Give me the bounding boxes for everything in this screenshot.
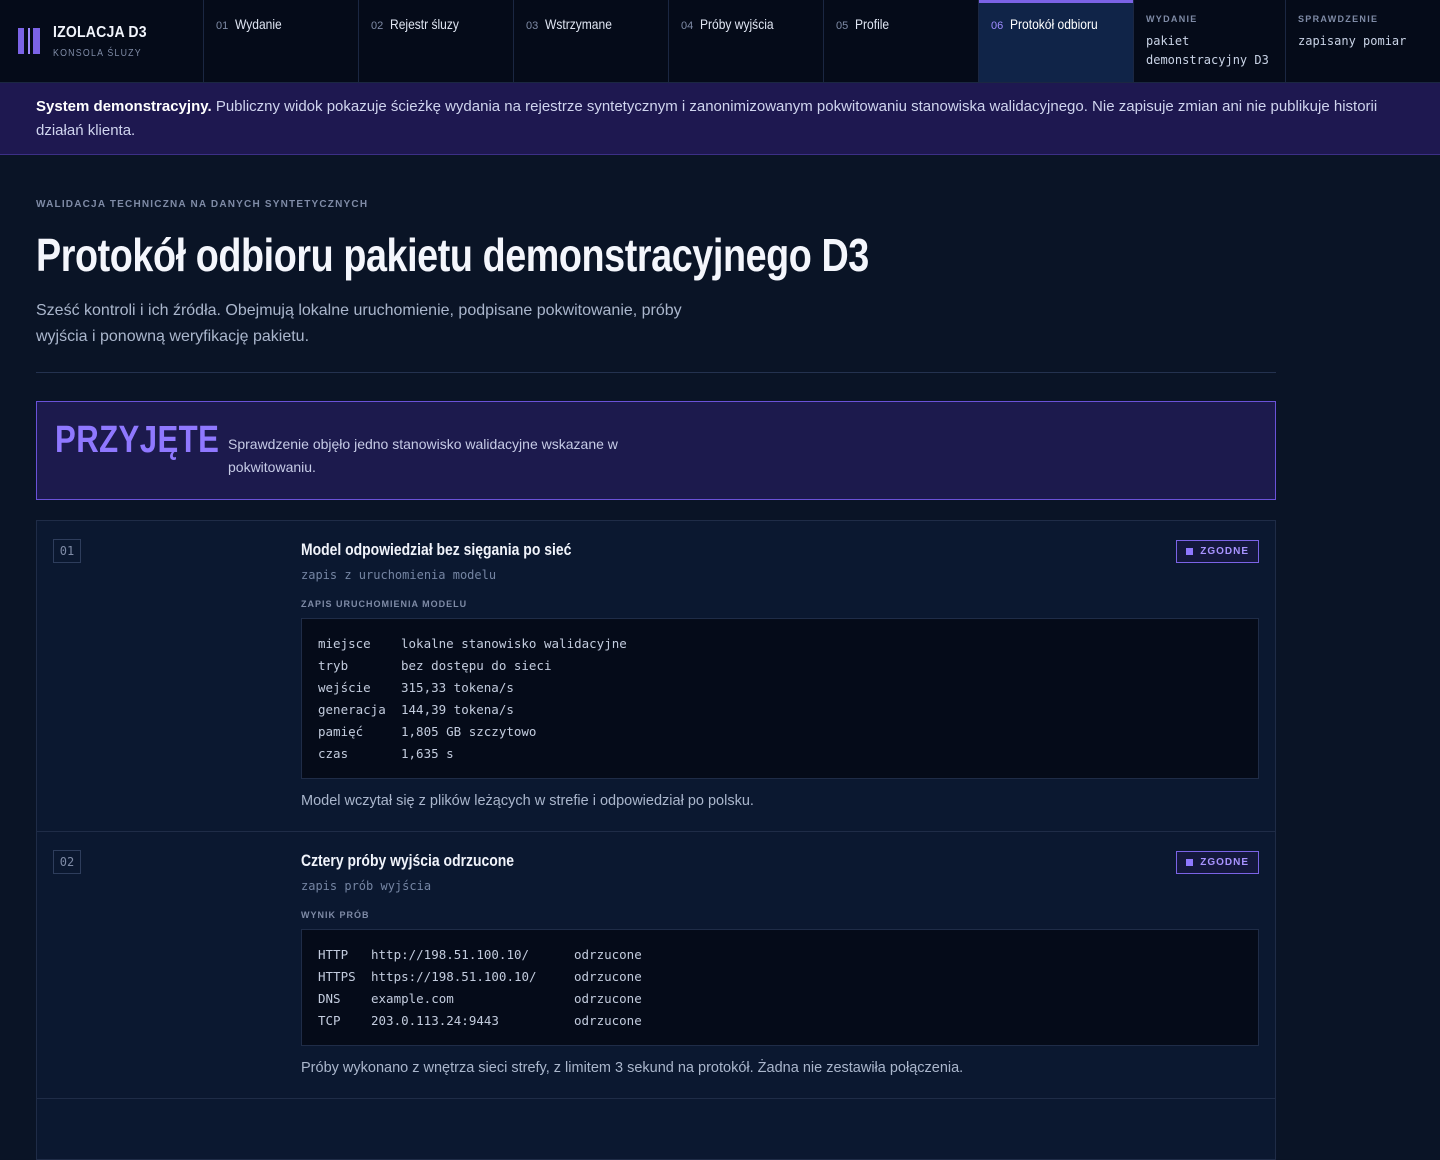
tab-label: Próby wyjścia: [700, 16, 774, 32]
tab-label: Wydanie: [235, 16, 282, 32]
tab-wydanie[interactable]: 01 Wydanie: [204, 0, 359, 82]
top-bar: IZOLACJA D3 KONSOLA ŚLUZY 01 Wydanie 02 Re…: [0, 0, 1440, 83]
log-value: bez dostępu do sieci: [401, 658, 552, 673]
egress-protocol: TCP: [318, 1013, 341, 1028]
tab-number: 06: [991, 20, 1004, 32]
log-key: pamięć: [318, 724, 364, 739]
egress-target: example.com: [371, 991, 454, 1006]
status-badge: ZGODNE: [1176, 851, 1259, 874]
log-key: tryb: [318, 658, 349, 673]
egress-protocol: HTTP: [318, 947, 349, 962]
status-label: ZGODNE: [1200, 857, 1249, 868]
tab-label: Wstrzymane: [545, 16, 613, 32]
egress-target: http://198.51.100.10/: [371, 947, 530, 962]
check-value: zapisany pomiar: [1298, 34, 1407, 48]
verdict-status: PRZYJĘTE: [55, 419, 220, 461]
brand-subtitle: KONSOLA ŚLUZY: [53, 47, 142, 59]
egress-row: TCP 203.0.113.24:9443 odrzucone: [318, 1010, 642, 1032]
log-row: miejsce lokalne stanowisko walidacyjne: [318, 633, 627, 655]
tab-label: Rejestr śluzy: [390, 16, 460, 32]
egress-row: HTTP http://198.51.100.10/odrzucone: [318, 944, 642, 966]
log-row: pamięć 1,805 GB szczytowo: [318, 721, 627, 743]
tab-wstrzymane[interactable]: 03 Wstrzymane: [514, 0, 669, 82]
page-title: Protokół odbioru pakietu demonstracyjneg…: [36, 229, 869, 281]
brand-title: IZOLACJA D3: [53, 23, 147, 41]
tab-number: 04: [681, 20, 694, 32]
log-row: wejście 315,33 tokena/s: [318, 677, 627, 699]
check-note: Próby wykonano z wnętrza sieci strefy, z…: [301, 1060, 964, 1076]
egress-results-table: HTTP http://198.51.100.10/odrzucone HTTPS…: [318, 944, 642, 1032]
page-lede: Sześć kontroli i ich źródła. Obejmują lo…: [36, 302, 682, 345]
log-row: tryb bez dostępu do sieci: [318, 655, 627, 677]
tab-protokol-odbioru[interactable]: 06 Protokół odbioru: [979, 0, 1134, 82]
banner-strong: System demonstracyjny.: [36, 98, 212, 115]
tab-number: 02: [371, 20, 384, 32]
egress-results-box: HTTP http://198.51.100.10/odrzucone HTTPS…: [301, 929, 1259, 1046]
release-value: pakiet demonstracyjny D3: [1146, 34, 1269, 67]
check-label: SPRAWDZENIE: [1298, 14, 1379, 24]
block-label: WYNIK PRÓB: [301, 910, 370, 920]
check-item: 02 ZGODNE Cztery próby wyjścia odrzucone…: [37, 832, 1275, 1099]
log-key: generacja: [318, 702, 386, 717]
check-source: zapis prób wyjścia: [301, 879, 432, 893]
status-square-icon: [1186, 859, 1194, 866]
egress-result: odrzucone: [574, 1013, 642, 1028]
check-number: 01: [53, 539, 81, 563]
verdict-panel: PRZYJĘTE Sprawdzenie objęło jedno stanow…: [36, 401, 1276, 500]
block-label: ZAPIS URUCHOMIENIA MODELU: [301, 599, 468, 609]
brand[interactable]: IZOLACJA D3 KONSOLA ŚLUZY: [0, 0, 204, 82]
status-label: ZGODNE: [1200, 546, 1249, 557]
sluice-logo-icon: [18, 28, 40, 54]
log-row: generacja 144,39 tokena/s: [318, 699, 627, 721]
log-value: lokalne stanowisko walidacyjne: [401, 636, 627, 651]
egress-protocol: HTTPS: [318, 969, 356, 984]
log-key: wejście: [318, 680, 371, 695]
log-key: miejsce: [318, 636, 371, 651]
tab-proby-wyjscia[interactable]: 04 Próby wyjścia: [669, 0, 824, 82]
egress-protocol: DNS: [318, 991, 341, 1006]
check-source: zapis z uruchomienia modelu: [301, 568, 497, 582]
egress-row: HTTPS https://198.51.100.10/odrzucone: [318, 966, 642, 988]
tab-number: 03: [526, 20, 539, 32]
release-label: WYDANIE: [1146, 14, 1198, 24]
check-item: [37, 1099, 1275, 1159]
check-item: 01 ZGODNE Model odpowiedział bez sięgani…: [37, 521, 1275, 832]
check-info: SPRAWDZENIE zapisany pomiar: [1286, 0, 1440, 82]
log-value: 1,805 GB szczytowo: [401, 724, 537, 739]
check-title: Cztery próby wyjścia odrzucone: [301, 851, 515, 870]
egress-row: DNS example.com odrzucone: [318, 988, 642, 1010]
log-value: 144,39 tokena/s: [401, 702, 514, 717]
tab-label: Protokół odbioru: [1010, 16, 1098, 32]
log-value: 1,635 s: [401, 746, 454, 761]
verdict-description: Sprawdzenie objęło jedno stanowisko wali…: [228, 435, 618, 475]
tab-profile[interactable]: 05 Profile: [824, 0, 979, 82]
tab-label: Profile: [855, 16, 890, 32]
checks-list: 01 ZGODNE Model odpowiedział bez sięgani…: [36, 520, 1276, 1160]
egress-result: odrzucone: [574, 947, 642, 962]
tab-number: 05: [836, 20, 849, 32]
tab-rejestr-sluzy[interactable]: 02 Rejestr śluzy: [359, 0, 514, 82]
tab-number: 01: [216, 20, 229, 32]
demo-notice-banner: System demonstracyjny. Publiczny widok p…: [0, 83, 1440, 155]
main-content: WALIDACJA TECHNICZNA NA DANYCH SYNTETYCZ…: [36, 155, 1276, 1160]
log-key: czas: [318, 746, 349, 761]
status-badge: ZGODNE: [1176, 540, 1259, 563]
run-log-table: miejsce lokalne stanowisko walidacyjne tr…: [318, 633, 627, 765]
brand-text: IZOLACJA D3 KONSOLA ŚLUZY: [53, 24, 160, 59]
log-value: 315,33 tokena/s: [401, 680, 514, 695]
log-row: czas 1,635 s: [318, 743, 627, 765]
divider: [36, 372, 1276, 373]
egress-target: 203.0.113.24:9443: [371, 1013, 499, 1028]
banner-text: Publiczny widok pokazuje ścieżkę wydania…: [36, 98, 1378, 139]
egress-target: https://198.51.100.10/: [371, 969, 537, 984]
release-info: WYDANIE pakiet demonstracyjny D3: [1134, 0, 1286, 82]
egress-result: odrzucone: [574, 969, 642, 984]
status-square-icon: [1186, 548, 1194, 555]
run-log-box: miejsce lokalne stanowisko walidacyjne tr…: [301, 618, 1259, 779]
check-note: Model wczytał się z plików leżących w st…: [301, 793, 754, 809]
check-number: 02: [53, 850, 81, 874]
egress-result: odrzucone: [574, 991, 642, 1006]
check-title: Model odpowiedział bez sięgania po sieć: [301, 540, 572, 559]
page-eyebrow: WALIDACJA TECHNICZNA NA DANYCH SYNTETYCZ…: [36, 199, 369, 210]
